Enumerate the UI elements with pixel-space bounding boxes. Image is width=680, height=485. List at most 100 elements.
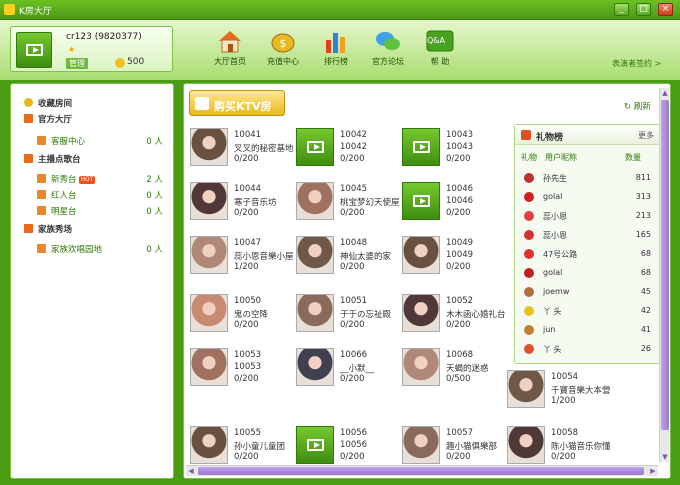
room-card[interactable]: 10056 10056 0/200	[296, 426, 401, 466]
scroll-up-icon[interactable]: ▲	[660, 88, 670, 98]
sidebar-item-red[interactable]: 红人台 0 人	[11, 188, 173, 202]
room-id: 10042	[340, 130, 368, 140]
gift-user-name: 丫 头	[543, 345, 562, 354]
room-list-panel: 购买KTV房 ↻ 刷新 10041 叉叉的秘密基地 0/200 10042 10042 0…	[183, 83, 671, 479]
gift-row[interactable]: 47号公路 68	[515, 245, 659, 264]
room-photo-thumbnail	[296, 182, 334, 220]
close-button[interactable]: ×	[658, 3, 673, 16]
nav-forum[interactable]: 官方论坛	[362, 26, 414, 74]
scroll-left-icon[interactable]: ◀	[186, 466, 196, 476]
gift-row[interactable]: 蕊小恩 213	[515, 207, 659, 226]
gift-row[interactable]: 丫 头 26	[515, 340, 659, 359]
house-icon	[37, 190, 46, 199]
sidebar-item-official[interactable]: 官方大厅	[11, 112, 173, 126]
nav-lobby-home[interactable]: 大厅首页	[204, 26, 256, 74]
room-card[interactable]: 10054 千寶音樂大本營 1/200	[507, 370, 612, 410]
nav-leaderboard[interactable]: 排行榜	[310, 26, 362, 74]
room-card[interactable]: 10051 于于の忘祉殿 0/200	[296, 294, 401, 334]
gift-user-name: 蕊小恩	[543, 212, 567, 221]
sidebar-item-new-show[interactable]: 新秀台 HOT 2 人	[11, 172, 173, 186]
room-card[interactable]: 10050 鬼の空降 0/200	[190, 294, 295, 334]
vertical-scroll-thumb[interactable]	[661, 100, 669, 430]
gift-user-name: golal	[543, 192, 563, 201]
sidebar-item-stages[interactable]: 主播点歌台	[11, 152, 173, 166]
house-icon	[37, 174, 46, 183]
room-card[interactable]: 10058 陈小猫音乐你懂 0/200	[507, 426, 612, 466]
gift-row[interactable]: 蕊小恩 165	[515, 226, 659, 245]
app-logo-icon	[4, 4, 15, 15]
sidebar-item-count: 0 人	[146, 191, 163, 201]
house-icon	[195, 97, 209, 110]
gift-icon	[521, 130, 531, 140]
room-card[interactable]: 10068 天蝎的迷惑 0/500	[402, 348, 507, 388]
gift-item-icon	[524, 325, 534, 335]
refresh-label: 刷新	[633, 102, 651, 112]
sidebar-item-count: 0 人	[146, 207, 163, 217]
room-card[interactable]: 10053 10053 0/200	[190, 348, 295, 388]
title-bar: K房大厅 _ □ ×	[0, 0, 680, 20]
gift-row[interactable]: golal 313	[515, 188, 659, 207]
horizontal-scroll-thumb[interactable]	[198, 467, 644, 475]
room-name: 寒子音乐坊	[234, 198, 277, 208]
room-card[interactable]: 10055 孙小童儿童团 0/200	[190, 426, 295, 466]
buy-ktv-room-button[interactable]: 购买KTV房	[189, 90, 285, 116]
gift-row[interactable]: golal 68	[515, 264, 659, 283]
avatar[interactable]	[16, 32, 52, 68]
refresh-button[interactable]: ↻ 刷新	[624, 100, 651, 112]
minimize-button[interactable]: _	[614, 3, 629, 16]
room-card[interactable]: 10041 叉叉的秘密基地 0/200	[190, 128, 295, 168]
room-card[interactable]: 10066 __小默__ 0/200	[296, 348, 401, 388]
gift-user-name: 蕊小恩	[543, 231, 567, 240]
room-occupancy: 1/200	[551, 396, 576, 406]
room-card[interactable]: 10049 10049 0/200	[402, 236, 507, 276]
room-photo-thumbnail	[190, 348, 228, 386]
room-card[interactable]: 10044 寒子音乐坊 0/200	[190, 182, 295, 222]
column-header-count: 数量	[625, 153, 641, 162]
gift-item-icon	[524, 192, 534, 202]
horizontal-scrollbar[interactable]: ◀ ▶	[186, 465, 658, 476]
more-link[interactable]: 更多	[638, 130, 654, 141]
room-card[interactable]: 10047 蕊小恩音樂小屋 1/200	[190, 236, 295, 276]
gift-count: 811	[635, 173, 651, 182]
room-occupancy: 0/200	[446, 154, 471, 164]
scroll-right-icon[interactable]: ▶	[648, 466, 658, 476]
gift-row[interactable]: 孙先生 811	[515, 169, 659, 188]
room-id: 10053	[234, 350, 262, 360]
hot-badge: HOT	[78, 176, 96, 184]
gift-row[interactable]: 丫 头 42	[515, 302, 659, 321]
sidebar-item-family[interactable]: 家族秀场	[11, 222, 173, 236]
room-card[interactable]: 10043 10043 0/200	[402, 128, 507, 168]
vertical-scrollbar[interactable]: ▲ ▼	[659, 88, 669, 462]
room-card[interactable]: 10042 10042 0/200	[296, 128, 401, 168]
gift-row[interactable]: jun 41	[515, 321, 659, 340]
nav-help[interactable]: Q&A 帮 助	[414, 26, 466, 74]
sidebar-item-customer-service[interactable]: 客服中心 0 人	[11, 134, 173, 148]
room-name: 于于の忘祉殿	[340, 310, 392, 320]
sidebar-item-family-hall[interactable]: 家族欢唱园地 0 人	[11, 242, 173, 256]
gift-item-icon	[524, 268, 534, 278]
scroll-down-icon[interactable]: ▼	[660, 452, 670, 462]
room-occupancy: 0/200	[234, 154, 259, 164]
gift-count: 45	[640, 287, 651, 296]
room-card[interactable]: 10052 木木函心婚礼台 0/200	[402, 294, 507, 334]
room-occupancy: 0/200	[340, 320, 365, 330]
buy-button-label: 购买KTV房	[214, 100, 272, 113]
nav-recharge[interactable]: $ 充值中心	[257, 26, 309, 74]
room-card[interactable]: 10045 桃宝梦幻天使屋 0/200	[296, 182, 401, 222]
sidebar-item-favorites[interactable]: 收藏房间	[11, 96, 173, 110]
room-name: 天蝎的迷惑	[446, 364, 489, 374]
gift-user-name: joemw	[543, 287, 570, 296]
sidebar-item-star[interactable]: 明星台 0 人	[11, 204, 173, 218]
room-card[interactable]: 10057 趣小猫俱樂部 0/200	[402, 426, 507, 466]
gift-row[interactable]: joemw 45	[515, 283, 659, 302]
room-occupancy: 0/200	[446, 208, 471, 218]
room-card[interactable]: 10048 神仙太婆的家 0/200	[296, 236, 401, 276]
video-icon	[307, 439, 324, 451]
room-id: 10044	[234, 184, 262, 194]
nav-label: 官方论坛	[372, 57, 404, 66]
performer-signup-link[interactable]: 表演者签约 >	[612, 58, 661, 69]
nav-label: 充值中心	[267, 57, 299, 66]
room-card[interactable]: 10046 10046 0/200	[402, 182, 507, 222]
maximize-button[interactable]: □	[636, 3, 651, 16]
house-icon	[37, 136, 46, 145]
